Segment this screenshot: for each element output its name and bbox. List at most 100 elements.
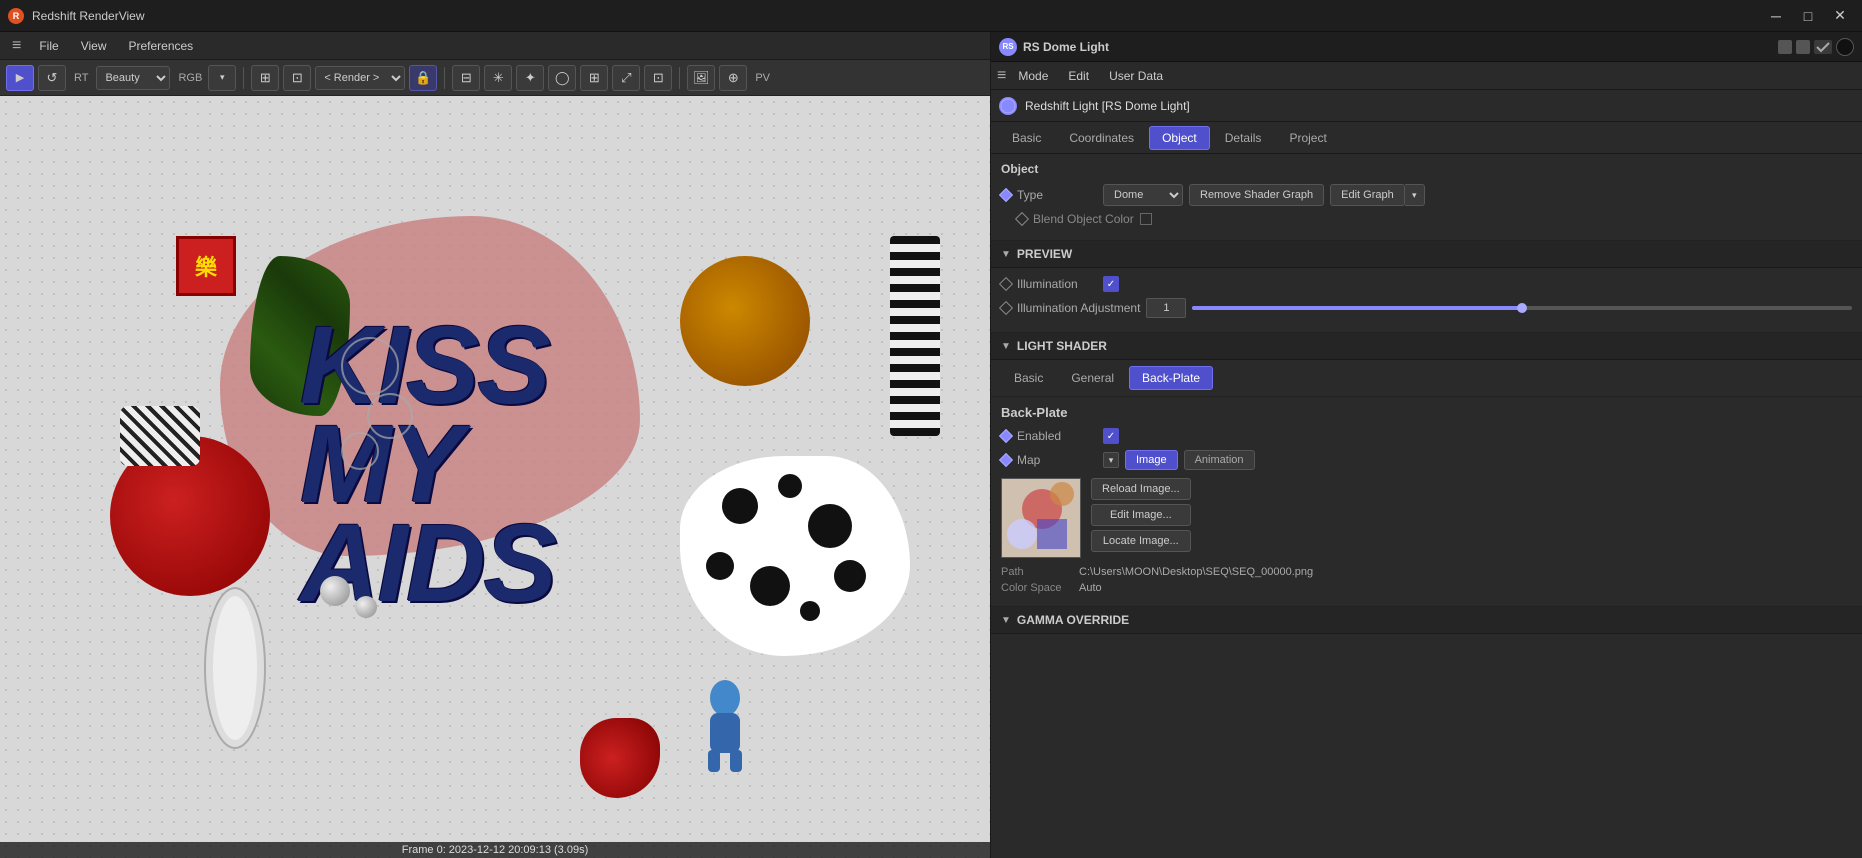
blend-label: Blend Object Color — [1033, 212, 1134, 226]
lock-btn[interactable]: 🔒 — [409, 65, 437, 91]
asterisk-btn[interactable]: ✦ — [516, 65, 544, 91]
preview-header[interactable]: ▼ PREVIEW — [991, 241, 1862, 268]
slider-thumb[interactable] — [1517, 303, 1527, 313]
rs-ctrl-check[interactable] — [1814, 40, 1832, 54]
crop-btn[interactable]: ⊡ — [283, 65, 311, 91]
snowflake-btn[interactable]: ✳ — [484, 65, 512, 91]
kiss-line2: MY — [300, 415, 555, 514]
grid2-btn[interactable]: ⊟ — [452, 65, 480, 91]
gamma-override-header[interactable]: ▼ GAMMA OVERRIDE — [991, 607, 1862, 634]
illum-adj-row: Illumination Adjustment — [1001, 298, 1852, 318]
rs-header-controls — [1778, 38, 1854, 56]
edit-graph-btn[interactable]: Edit Graph — [1330, 184, 1405, 206]
play-button[interactable]: ▶ — [6, 65, 34, 91]
add-btn[interactable]: ⊕ — [719, 65, 747, 91]
maximize-button[interactable]: □ — [1794, 6, 1822, 26]
map-arrow-btn[interactable]: ▾ — [1103, 452, 1119, 468]
image-buttons: Reload Image... Edit Image... Locate Ima… — [1091, 478, 1191, 552]
enabled-checkbox[interactable]: ✓ — [1103, 428, 1119, 444]
edit-image-btn[interactable]: Edit Image... — [1091, 504, 1191, 526]
illum-adj-slider — [1146, 298, 1852, 318]
blend-diamond — [1015, 212, 1029, 226]
rs-color-swatch[interactable] — [1836, 38, 1854, 56]
jp-sign: 樂 — [176, 236, 236, 296]
rs-ctrl-btn2[interactable] — [1796, 40, 1810, 54]
type-row: Type Dome Infinite Point Remove Shader G… — [1001, 184, 1852, 206]
light-shader-arrow: ▼ — [1001, 341, 1011, 352]
colorspace-label: Color Space — [1001, 582, 1071, 594]
grid-btn[interactable]: ⊞ — [251, 65, 279, 91]
mode-button[interactable]: Mode — [1010, 67, 1056, 85]
backplate-title: Back-Plate — [1001, 405, 1852, 420]
tab-basic[interactable]: Basic — [999, 126, 1054, 150]
map-tab-image[interactable]: Image — [1125, 450, 1178, 470]
fit-btn[interactable]: ⤢ — [612, 65, 640, 91]
light-shader-title: LIGHT SHADER — [1017, 339, 1107, 353]
remove-shader-btn[interactable]: Remove Shader Graph — [1189, 184, 1324, 206]
kiss-line1: KISS — [300, 316, 555, 415]
light-shader-tabs: Basic General Back-Plate — [991, 360, 1862, 397]
type-label: Type — [1017, 188, 1097, 202]
tab-details[interactable]: Details — [1212, 126, 1275, 150]
backplate-content: Back-Plate Enabled ✓ Map ▾ Image Animati… — [991, 397, 1862, 607]
stripes-block — [120, 406, 200, 466]
illum-check[interactable]: ✓ — [1103, 276, 1119, 292]
properties-panel: ≡ Mode Edit User Data Redshift Light [RS… — [991, 62, 1862, 858]
image-btn[interactable]: 🖼 — [687, 65, 715, 91]
blue-figure — [700, 678, 750, 778]
beauty-select[interactable]: Beauty Diffuse Specular — [96, 66, 170, 90]
circle-btn[interactable]: ◯ — [548, 65, 576, 91]
viewport-background: 樂 — [0, 96, 990, 858]
illum-adj-label: Illumination Adjustment — [1017, 301, 1140, 315]
shader-tab-backplate[interactable]: Back-Plate — [1129, 366, 1213, 390]
image-thumbnail — [1001, 478, 1081, 558]
map-label: Map — [1017, 453, 1097, 467]
toolbar-sep-3 — [679, 67, 680, 89]
menu-view[interactable]: View — [71, 37, 117, 55]
render-select[interactable]: < Render > — [315, 66, 405, 90]
toolbar-sep-2 — [444, 67, 445, 89]
minimize-button[interactable]: ─ — [1762, 6, 1790, 26]
frame-btn[interactable]: ⊡ — [644, 65, 672, 91]
light-name-text: Redshift Light [RS Dome Light] — [1025, 99, 1190, 113]
slider-track[interactable] — [1192, 306, 1852, 310]
hamburger-icon[interactable]: ≡ — [6, 35, 27, 57]
menu-preferences[interactable]: Preferences — [118, 37, 203, 55]
type-select[interactable]: Dome Infinite Point — [1103, 184, 1183, 206]
shader-tab-general[interactable]: General — [1058, 366, 1127, 390]
reload-image-btn[interactable]: Reload Image... — [1091, 478, 1191, 500]
map-tab-animation[interactable]: Animation — [1184, 450, 1255, 470]
tab-object[interactable]: Object — [1149, 126, 1210, 150]
rs-ctrl-btn1[interactable] — [1778, 40, 1792, 54]
illum-adj-diamond — [999, 301, 1013, 315]
tab-project[interactable]: Project — [1276, 126, 1339, 150]
props-tabs-row: Basic Coordinates Object Details Project — [991, 122, 1862, 154]
illum-diamond — [999, 277, 1013, 291]
tab-coordinates[interactable]: Coordinates — [1056, 126, 1147, 150]
edit-graph-container: Edit Graph ▾ — [1330, 184, 1425, 206]
props-hamburger[interactable]: ≡ — [997, 67, 1006, 85]
app-icon: R — [8, 8, 24, 24]
colorspace-row: Color Space Auto — [1001, 582, 1852, 594]
rs-dome-title: RS Dome Light — [1023, 40, 1109, 54]
toolbar: ▶ ↺ RT Beauty Diffuse Specular RGB ▾ ⊞ ⊡… — [0, 60, 990, 96]
expand-btn[interactable]: ⊞ — [580, 65, 608, 91]
refresh-button[interactable]: ↺ — [38, 65, 66, 91]
rt-label: RT — [70, 72, 92, 84]
illum-adj-value[interactable] — [1146, 298, 1186, 318]
render-panel: ≡ File View Preferences ▶ ↺ RT Beauty Di… — [0, 32, 990, 858]
blend-checkbox[interactable] — [1140, 213, 1152, 225]
close-button[interactable]: ✕ — [1826, 6, 1854, 26]
pipes — [195, 578, 275, 758]
shader-tab-basic[interactable]: Basic — [1001, 366, 1056, 390]
enabled-row: Enabled ✓ — [1001, 428, 1852, 444]
light-shader-header[interactable]: ▼ LIGHT SHADER — [991, 333, 1862, 360]
userdata-button[interactable]: User Data — [1101, 67, 1171, 85]
edit-button[interactable]: Edit — [1060, 67, 1097, 85]
menu-file[interactable]: File — [29, 37, 68, 55]
path-value: C:\Users\MOON\Desktop\SEQ\SEQ_00000.png — [1079, 566, 1852, 578]
locate-image-btn[interactable]: Locate Image... — [1091, 530, 1191, 552]
edit-graph-dropdown[interactable]: ▾ — [1405, 184, 1425, 206]
rgb-dropdown[interactable]: ▾ — [208, 65, 236, 91]
rgb-label: RGB — [174, 72, 206, 84]
